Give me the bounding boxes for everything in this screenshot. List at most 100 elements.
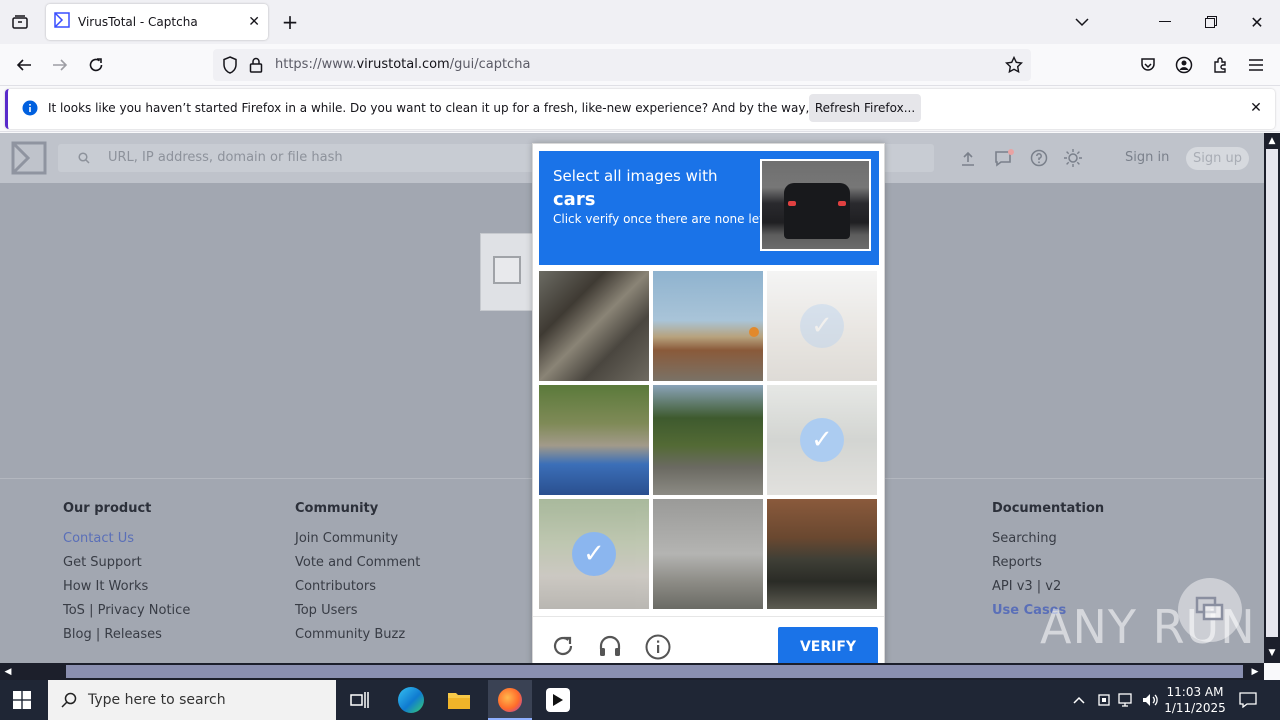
clock-time: 11:03 AM (1166, 685, 1224, 699)
refresh-firefox-button[interactable]: Refresh Firefox... (809, 94, 921, 122)
tab-overview-icon[interactable] (10, 12, 30, 32)
footer-link[interactable]: Top Users (295, 602, 420, 626)
footer-link[interactable]: Contributors (295, 578, 420, 602)
captcha-tile-3[interactable]: ✓ (767, 271, 877, 381)
captcha-tile-2[interactable] (653, 271, 763, 381)
vt-search-placeholder: URL, IP address, domain or file hash (108, 150, 343, 165)
footer-link[interactable]: How It Works (63, 578, 190, 602)
show-hidden-icons-chevron[interactable] (1070, 690, 1088, 710)
restore-icon[interactable] (1201, 12, 1221, 32)
footer-col-community: Community Join Community Vote and Commen… (295, 501, 420, 650)
captcha-hint: Click verify once there are none left (553, 212, 768, 226)
bookmark-star-icon[interactable] (1005, 56, 1023, 74)
notifications-chat-icon[interactable] (993, 148, 1015, 168)
footer-link[interactable]: Community Buzz (295, 626, 420, 650)
tab-virustotal[interactable]: VirusTotal - Captcha ✕ (46, 4, 268, 40)
sample-car-taillight (788, 201, 796, 206)
footer-link[interactable]: Contact Us (63, 530, 190, 554)
captcha-checkbox-card (480, 233, 540, 311)
upload-icon[interactable] (958, 149, 978, 169)
scroll-up-icon[interactable]: ▲ (1266, 135, 1278, 147)
taskbar-clock[interactable]: 11:03 AM 1/11/2025 (1160, 684, 1230, 716)
feedback-chat-icon[interactable] (1178, 578, 1242, 642)
close-tab-icon[interactable]: ✕ (248, 14, 260, 30)
footer-link[interactable]: Reports (992, 554, 1104, 578)
footer-col-our-product: Our product Contact Us Get Support How I… (63, 501, 190, 650)
captcha-tile-7[interactable]: ✓ (539, 499, 649, 609)
vertical-scroll-thumb[interactable] (1266, 149, 1278, 637)
horizontal-scroll-thumb[interactable] (66, 665, 1243, 678)
sample-car (784, 183, 850, 239)
tile-sign (749, 327, 759, 337)
virustotal-favicon (54, 12, 70, 32)
taskbar-search-box[interactable]: Type here to search (48, 680, 336, 720)
footer-link[interactable]: Blog | Releases (63, 626, 190, 650)
refresh-challenge-icon[interactable] (551, 634, 575, 658)
back-icon[interactable] (14, 55, 34, 75)
info-challenge-icon[interactable] (645, 634, 671, 660)
pocket-icon[interactable] (1138, 55, 1158, 75)
reload-icon[interactable] (86, 55, 106, 75)
verify-button[interactable]: VERIFY (778, 627, 878, 667)
clock-date: 1/11/2025 (1164, 701, 1226, 715)
tab-title: VirusTotal - Captcha (78, 15, 198, 29)
device-icon[interactable] (1095, 690, 1113, 710)
edge-browser-icon[interactable] (398, 687, 424, 713)
nav-bar: https://www.virustotal.com/gui/captcha (0, 44, 1280, 86)
file-explorer-icon[interactable] (447, 689, 471, 711)
action-center-icon[interactable] (1238, 690, 1258, 710)
tracking-shield-icon[interactable] (221, 56, 239, 74)
anyrun-app-icon[interactable] (546, 688, 570, 712)
footer-link[interactable]: Get Support (63, 554, 190, 578)
footer-link[interactable]: API v3 | v2 (992, 578, 1104, 602)
footer-link[interactable]: Searching (992, 530, 1104, 554)
audio-challenge-icon[interactable] (598, 634, 622, 658)
task-view-icon[interactable] (349, 690, 371, 710)
captcha-tile-6[interactable]: ✓ (767, 385, 877, 495)
address-bar[interactable]: https://www.virustotal.com/gui/captcha (213, 49, 1031, 81)
account-icon[interactable] (1174, 55, 1194, 75)
captcha-tile-9[interactable] (767, 499, 877, 609)
url-domain: virustotal.com (356, 57, 450, 72)
new-tab-icon[interactable]: + (280, 10, 300, 34)
search-icon (76, 150, 92, 166)
minimize-icon[interactable] (1155, 12, 1175, 32)
url-text[interactable]: https://www.virustotal.com/gui/captcha (275, 57, 530, 72)
captcha-tile-4[interactable] (539, 385, 649, 495)
scroll-left-icon[interactable]: ◀ (3, 666, 13, 677)
captcha-checkbox[interactable] (493, 256, 521, 284)
volume-icon[interactable] (1140, 690, 1160, 710)
sign-in-link[interactable]: Sign in (1125, 150, 1169, 165)
firefox-icon (498, 688, 522, 712)
footer-heading: Documentation (992, 501, 1105, 516)
captcha-tile-5[interactable] (653, 385, 763, 495)
windows-start-icon[interactable] (12, 690, 32, 710)
captcha-footer: VERIFY (533, 616, 884, 669)
network-icon[interactable] (1117, 690, 1137, 710)
footer-link[interactable]: Vote and Comment (295, 554, 420, 578)
list-tabs-chevron-icon[interactable] (1072, 12, 1092, 32)
extensions-icon[interactable] (1210, 55, 1230, 75)
captcha-tile-1[interactable] (539, 271, 649, 381)
captcha-image-grid: ✓ ✓ ✓ (539, 271, 879, 611)
lock-icon[interactable] (247, 56, 265, 74)
scroll-down-icon[interactable]: ▼ (1266, 647, 1278, 659)
captcha-sample-image (760, 159, 871, 251)
vertical-scrollbar[interactable]: ▲ ▼ (1264, 133, 1280, 663)
footer-link[interactable]: ToS | Privacy Notice (63, 602, 190, 626)
close-window-icon[interactable]: ✕ (1247, 12, 1267, 32)
virustotal-logo[interactable] (10, 140, 48, 176)
taskbar-firefox-button[interactable] (488, 680, 532, 720)
forward-icon[interactable] (50, 55, 70, 75)
horizontal-scrollbar[interactable]: ◀ ▶ (0, 663, 1264, 680)
theme-sun-icon[interactable] (1063, 148, 1083, 168)
help-icon[interactable] (1029, 148, 1049, 168)
sign-up-button[interactable]: Sign up (1186, 147, 1249, 170)
captcha-target: cars (553, 189, 596, 210)
menu-hamburger-icon[interactable] (1246, 55, 1266, 75)
checkmark-icon: ✓ (572, 532, 616, 576)
captcha-tile-8[interactable] (653, 499, 763, 609)
close-notification-icon[interactable]: ✕ (1248, 100, 1264, 116)
scroll-right-icon[interactable]: ▶ (1250, 666, 1260, 677)
footer-link[interactable]: Join Community (295, 530, 420, 554)
